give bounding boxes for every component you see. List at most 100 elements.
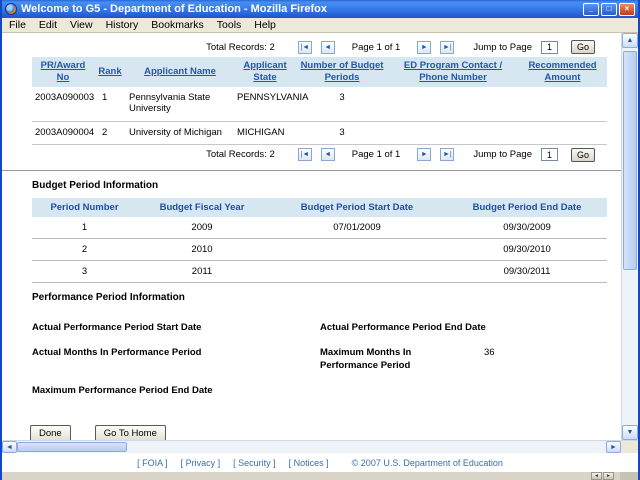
scroll-down-arrow-icon[interactable]: ▼: [622, 425, 638, 440]
sort-link-pr-award[interactable]: PR/Award No: [41, 60, 86, 83]
sort-link-recommended-amount[interactable]: Recommended Amount: [528, 60, 596, 83]
pr-award-cell: 2003A090003: [32, 87, 94, 121]
vertical-scroll-thumb[interactable]: [623, 51, 637, 270]
horizontal-scroll-thumb[interactable]: [17, 442, 127, 452]
awards-table: PR/Award No Rank Applicant Name Applican…: [32, 57, 607, 145]
table-row: 2003A090003 1 Pennsylvania State Univers…: [32, 87, 607, 121]
total-records-label: Total Records: 2: [206, 42, 275, 53]
maximize-button[interactable]: □: [601, 3, 617, 16]
period-number-cell: 2: [32, 238, 137, 260]
bottom-scrollbar-strip: ◄ ►: [2, 472, 638, 480]
scroll-right-arrow-icon[interactable]: ►: [606, 441, 621, 453]
table-row: 2 2010 09/30/2010: [32, 238, 607, 260]
close-button[interactable]: ×: [619, 3, 635, 16]
foia-link[interactable]: [ FOIA ]: [137, 458, 168, 468]
menu-item-view[interactable]: View: [70, 19, 93, 31]
fiscal-year-cell: 2011: [137, 260, 267, 282]
sort-link-applicant-state[interactable]: Applicant State: [243, 60, 286, 83]
header-budget-periods[interactable]: Number of Budget Periods: [296, 57, 388, 87]
previous-page-button[interactable]: ◄: [321, 148, 335, 161]
first-page-button[interactable]: |◄: [298, 41, 312, 54]
jump-to-page-input[interactable]: [541, 41, 558, 54]
next-page-button[interactable]: ►: [417, 148, 431, 161]
header-budget-fiscal-year: Budget Fiscal Year: [137, 198, 267, 217]
applicant-state-cell: MICHIGAN: [234, 121, 296, 144]
menu-item-file[interactable]: File: [9, 19, 26, 31]
header-applicant-state[interactable]: Applicant State: [234, 57, 296, 87]
budget-periods-cell: 3: [296, 121, 388, 144]
menu-item-history[interactable]: History: [106, 19, 139, 31]
budget-period-table: Period Number Budget Fiscal Year Budget …: [32, 198, 607, 283]
first-page-button[interactable]: |◄: [298, 148, 312, 161]
performance-section-title: Performance Period Information: [32, 292, 621, 303]
actual-months-label: Actual Months In Performance Period: [32, 347, 320, 358]
period-number-cell: 1: [32, 217, 137, 239]
pr-award-cell: 2003A090004: [32, 121, 94, 144]
budget-periods-cell: 3: [296, 87, 388, 121]
max-months-value: 36: [484, 347, 495, 358]
go-to-home-button[interactable]: Go To Home: [95, 425, 166, 440]
ed-contact-cell: [388, 121, 518, 144]
header-pr-award-no[interactable]: PR/Award No: [32, 57, 94, 87]
max-end-label: Maximum Performance Period End Date: [32, 385, 320, 396]
header-applicant-name[interactable]: Applicant Name: [126, 57, 234, 87]
vertical-scrollbar[interactable]: ▲ ▼: [621, 33, 638, 440]
vertical-scroll-track[interactable]: [622, 48, 638, 425]
firefox-icon: [5, 3, 17, 15]
scroll-left-arrow-icon[interactable]: ◄: [2, 441, 17, 453]
applicant-name-cell: University of Michigan: [126, 121, 234, 144]
sort-link-applicant-name[interactable]: Applicant Name: [144, 66, 216, 77]
fiscal-year-cell: 2009: [137, 217, 267, 239]
awards-header-row: PR/Award No Rank Applicant Name Applican…: [32, 57, 607, 87]
mini-scroll-left-icon[interactable]: ◄: [591, 472, 602, 480]
recommended-amount-cell: [518, 87, 607, 121]
security-link[interactable]: [ Security ]: [233, 458, 276, 468]
budget-header-row: Period Number Budget Fiscal Year Budget …: [32, 198, 607, 217]
fiscal-year-cell: 2010: [137, 238, 267, 260]
performance-row: Actual Months In Performance Period Maxi…: [32, 347, 621, 372]
end-date-cell: 09/30/2009: [447, 217, 607, 239]
start-date-cell: [267, 238, 447, 260]
sort-link-rank[interactable]: Rank: [98, 66, 121, 77]
horizontal-scrollbar[interactable]: ◄ ►: [2, 440, 638, 453]
go-button-bottom[interactable]: Go: [571, 148, 595, 162]
done-button[interactable]: Done: [30, 425, 71, 440]
start-date-cell: [267, 260, 447, 282]
applicant-state-cell: PENNSYLVANIA: [234, 87, 296, 121]
page-indicator: Page 1 of 1: [352, 42, 401, 53]
menu-item-tools[interactable]: Tools: [217, 19, 242, 31]
jump-to-page-input[interactable]: [541, 148, 558, 161]
menu-item-bookmarks[interactable]: Bookmarks: [151, 19, 204, 31]
jump-to-page-label: Jump to Page: [473, 149, 532, 160]
action-buttons: Done Go To Home: [30, 425, 621, 440]
window-controls: _ □ ×: [583, 3, 635, 16]
copyright-text: © 2007 U.S. Department of Education: [352, 458, 503, 468]
page-content: Total Records: 2 |◄ ◄ Page 1 of 1 ► ►| J…: [2, 33, 621, 440]
menu-bar: File Edit View History Bookmarks Tools H…: [2, 18, 638, 33]
privacy-link[interactable]: [ Privacy ]: [181, 458, 221, 468]
applicant-name-cell: Pennsylvania State University: [126, 87, 234, 121]
last-page-button[interactable]: ►|: [440, 41, 454, 54]
previous-page-button[interactable]: ◄: [321, 41, 335, 54]
go-button-top[interactable]: Go: [571, 40, 595, 54]
scrollbar-corner: [621, 441, 638, 453]
resize-grip[interactable]: [620, 472, 638, 480]
next-page-button[interactable]: ►: [417, 41, 431, 54]
horizontal-scroll-track[interactable]: [127, 441, 606, 453]
header-rank[interactable]: Rank: [94, 57, 126, 87]
minimize-button[interactable]: _: [583, 3, 599, 16]
menu-item-edit[interactable]: Edit: [39, 19, 57, 31]
start-date-cell: 07/01/2009: [267, 217, 447, 239]
page-indicator: Page 1 of 1: [352, 149, 401, 160]
sort-link-budget-periods[interactable]: Number of Budget Periods: [301, 60, 384, 83]
header-recommended-amount[interactable]: Recommended Amount: [518, 57, 607, 87]
ed-contact-cell: [388, 87, 518, 121]
section-divider: [2, 170, 621, 171]
header-ed-contact[interactable]: ED Program Contact / Phone Number: [388, 57, 518, 87]
sort-link-ed-contact[interactable]: ED Program Contact / Phone Number: [404, 60, 502, 83]
last-page-button[interactable]: ►|: [440, 148, 454, 161]
notices-link[interactable]: [ Notices ]: [289, 458, 329, 468]
mini-scroll-right-icon[interactable]: ►: [603, 472, 614, 480]
menu-item-help[interactable]: Help: [254, 19, 276, 31]
scroll-up-arrow-icon[interactable]: ▲: [622, 33, 638, 48]
